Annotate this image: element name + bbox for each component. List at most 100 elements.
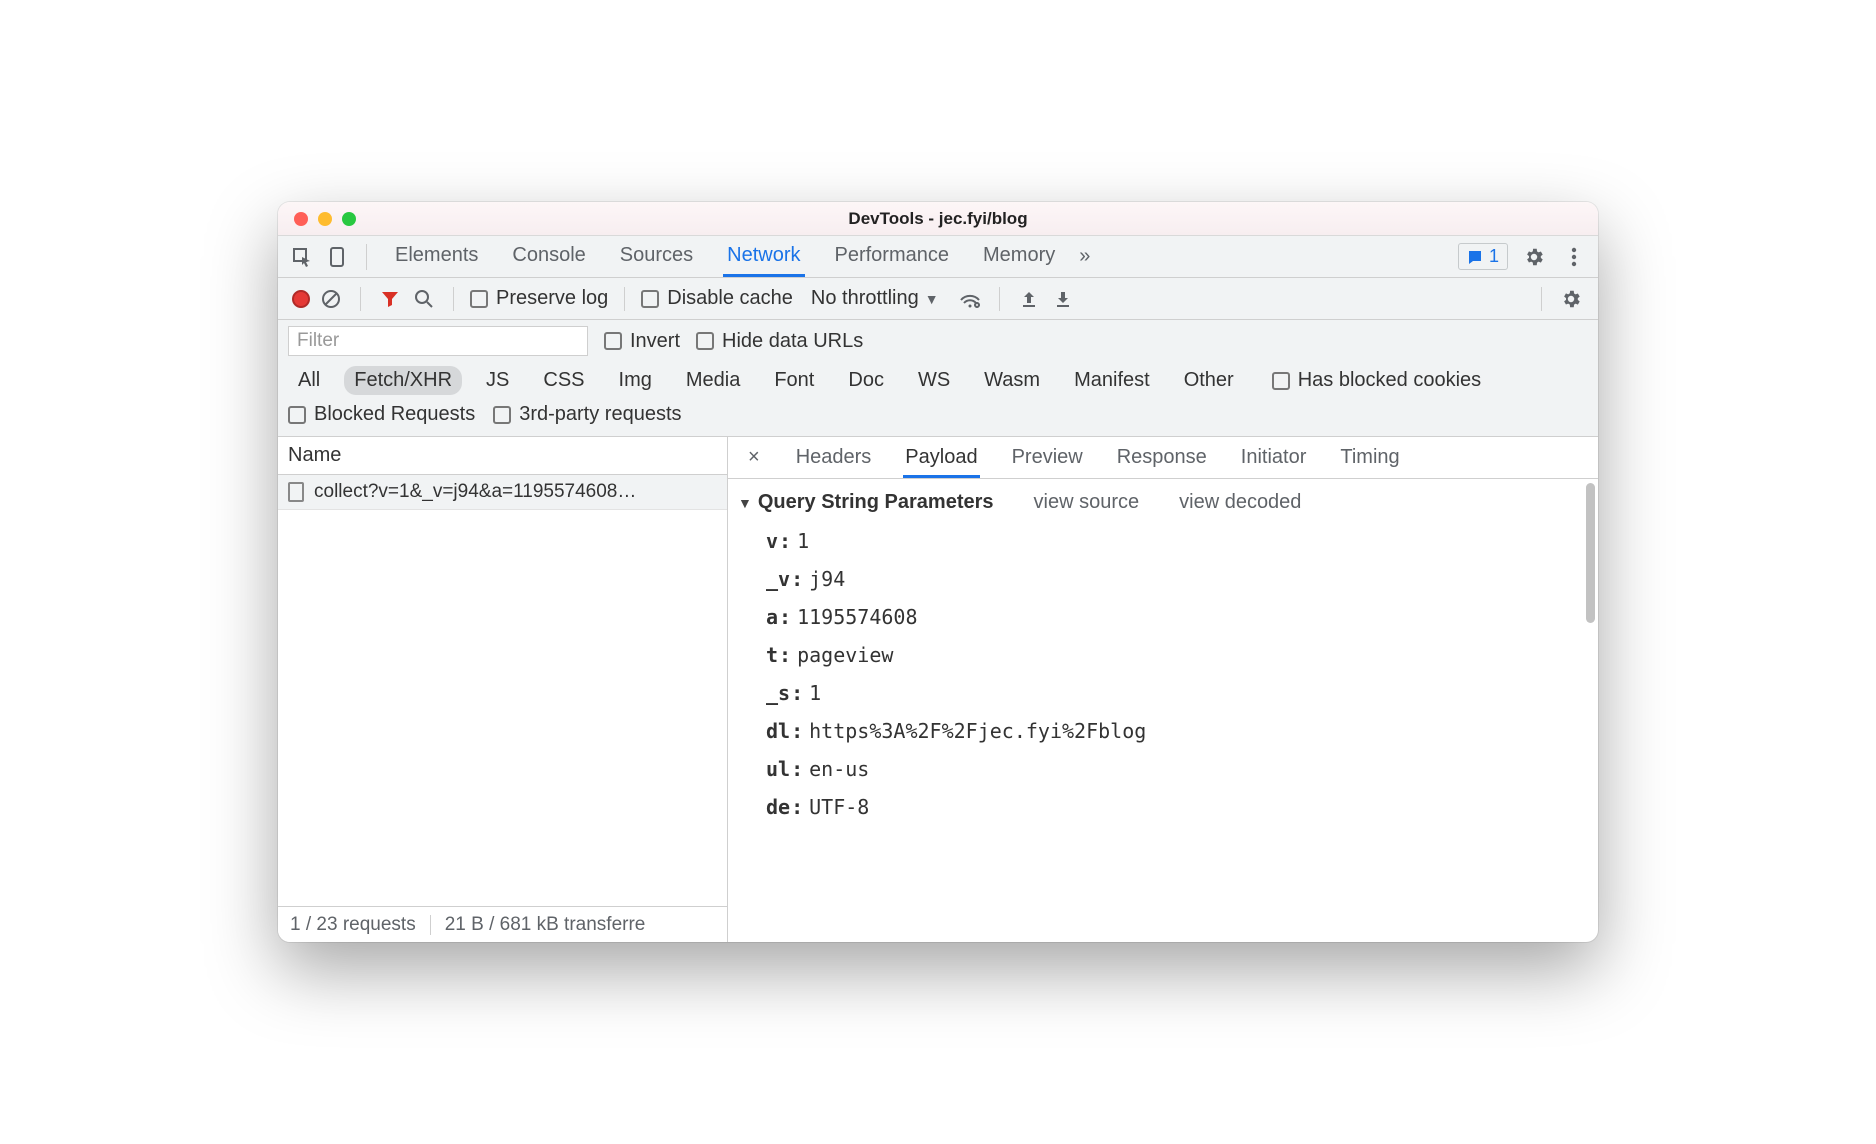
detail-tabs: × Headers Payload Preview Response Initiator… (728, 437, 1598, 479)
network-settings-icon[interactable] (1558, 286, 1584, 312)
preserve-log-checkbox[interactable] (470, 290, 488, 308)
has-blocked-cookies-label: Has blocked cookies (1298, 369, 1481, 392)
has-blocked-cookies-checkbox[interactable] (1272, 372, 1290, 390)
triangle-down-icon: ▼ (738, 495, 752, 511)
record-button[interactable] (292, 290, 310, 308)
tab-console[interactable]: Console (508, 236, 589, 277)
type-filter-ws[interactable]: WS (908, 366, 960, 395)
tabs-overflow-button[interactable]: » (1079, 245, 1090, 268)
param-row: v1 (766, 522, 1582, 560)
param-row: _vj94 (766, 560, 1582, 598)
throttling-value: No throttling (811, 287, 919, 310)
type-filter-media[interactable]: Media (676, 366, 750, 395)
name-column-header[interactable]: Name (278, 437, 727, 475)
hide-data-urls-checkbox[interactable] (696, 332, 714, 350)
issues-count: 1 (1489, 246, 1499, 267)
filter-input[interactable] (288, 326, 588, 356)
status-bar: 1 / 23 requests 21 B / 681 kB transferre (278, 906, 727, 942)
settings-icon[interactable] (1520, 243, 1548, 271)
upload-har-icon[interactable] (1016, 286, 1042, 312)
disable-cache-checkbox[interactable] (641, 290, 659, 308)
view-source-link[interactable]: view source (1034, 491, 1140, 514)
section-title: Query String Parameters (758, 491, 994, 513)
query-params-list: v1_vj94a1195574608tpageview_s1dlhttps%3A… (738, 522, 1582, 826)
param-row: dlhttps%3A%2F%2Fjec.fyi%2Fblog (766, 712, 1582, 750)
window-title: DevTools - jec.fyi/blog (278, 209, 1598, 229)
kebab-menu-icon[interactable] (1560, 243, 1588, 271)
detail-tab-timing[interactable]: Timing (1338, 438, 1401, 478)
filter-funnel-icon[interactable] (377, 286, 403, 312)
resource-type-filters: All Fetch/XHR JS CSS Img Media Font Doc WS Wasm Ma… (278, 362, 1598, 401)
view-decoded-link[interactable]: view decoded (1179, 491, 1301, 514)
type-filter-img[interactable]: Img (609, 366, 662, 395)
section-toggle[interactable]: ▼ Query String Parameters (738, 491, 994, 514)
separator (1541, 287, 1542, 311)
detail-tab-headers[interactable]: Headers (794, 438, 874, 478)
detail-tab-payload[interactable]: Payload (903, 438, 979, 478)
main-tabs: Elements Console Sources Network Performance… (391, 236, 1059, 277)
separator (624, 287, 625, 311)
throttling-select[interactable]: No throttling ▼ (811, 287, 939, 310)
main-tabs-row: Elements Console Sources Network Performance… (278, 236, 1598, 278)
clear-icon[interactable] (318, 286, 344, 312)
window-close-button[interactable] (294, 212, 308, 226)
param-value: 1 (809, 681, 821, 705)
detail-tab-response[interactable]: Response (1115, 438, 1209, 478)
detail-tab-preview[interactable]: Preview (1010, 438, 1085, 478)
search-icon[interactable] (411, 286, 437, 312)
inspect-element-icon[interactable] (288, 243, 316, 271)
download-har-icon[interactable] (1050, 286, 1076, 312)
type-filter-manifest[interactable]: Manifest (1064, 366, 1160, 395)
type-filter-doc[interactable]: Doc (838, 366, 894, 395)
tab-sources[interactable]: Sources (616, 236, 697, 277)
tab-network[interactable]: Network (723, 236, 804, 277)
separator (453, 287, 454, 311)
issues-badge[interactable]: 1 (1458, 243, 1508, 270)
device-toolbar-icon[interactable] (324, 243, 352, 271)
param-key: _s (766, 681, 803, 705)
request-count: 1 / 23 requests (290, 914, 416, 936)
type-filter-css[interactable]: CSS (533, 366, 594, 395)
request-list: collect?v=1&_v=j94&a=1195574608… (278, 475, 727, 906)
param-value: pageview (797, 643, 893, 667)
scrollbar-thumb[interactable] (1586, 483, 1595, 623)
type-filter-all[interactable]: All (288, 366, 330, 395)
detail-tab-initiator[interactable]: Initiator (1239, 438, 1309, 478)
type-filter-other[interactable]: Other (1174, 366, 1244, 395)
separator (366, 244, 367, 270)
param-value: 1195574608 (797, 605, 917, 629)
hide-data-urls-label: Hide data URLs (722, 330, 863, 353)
window-minimize-button[interactable] (318, 212, 332, 226)
window-zoom-button[interactable] (342, 212, 356, 226)
param-row: ulen-us (766, 750, 1582, 788)
filter-row-3: Blocked Requests 3rd-party requests (278, 401, 1598, 437)
param-row: _s1 (766, 674, 1582, 712)
param-value: UTF-8 (809, 795, 869, 819)
tab-memory[interactable]: Memory (979, 236, 1059, 277)
devtools-window: DevTools - jec.fyi/blog Elements Console S… (278, 202, 1598, 942)
third-party-label: 3rd-party requests (519, 403, 681, 426)
param-key: t (766, 643, 791, 667)
invert-checkbox[interactable] (604, 332, 622, 350)
disable-cache-label: Disable cache (667, 287, 793, 310)
third-party-checkbox[interactable] (493, 406, 511, 424)
preserve-log-label: Preserve log (496, 287, 608, 310)
tab-elements[interactable]: Elements (391, 236, 482, 277)
param-key: a (766, 605, 791, 629)
param-key: v (766, 529, 791, 553)
type-filter-font[interactable]: Font (764, 366, 824, 395)
network-conditions-icon[interactable] (957, 286, 983, 312)
invert-label: Invert (630, 330, 680, 353)
tab-performance[interactable]: Performance (831, 236, 954, 277)
type-filter-fetch-xhr[interactable]: Fetch/XHR (344, 366, 462, 395)
type-filter-js[interactable]: JS (476, 366, 519, 395)
request-row[interactable]: collect?v=1&_v=j94&a=1195574608… (278, 475, 727, 510)
param-value: j94 (809, 567, 845, 591)
separator (430, 915, 431, 935)
param-row: tpageview (766, 636, 1582, 674)
close-detail-icon[interactable]: × (744, 446, 764, 469)
type-filter-wasm[interactable]: Wasm (974, 366, 1050, 395)
request-name: collect?v=1&_v=j94&a=1195574608… (314, 481, 636, 503)
blocked-requests-checkbox[interactable] (288, 406, 306, 424)
request-list-pane: Name collect?v=1&_v=j94&a=1195574608… 1 … (278, 437, 728, 942)
